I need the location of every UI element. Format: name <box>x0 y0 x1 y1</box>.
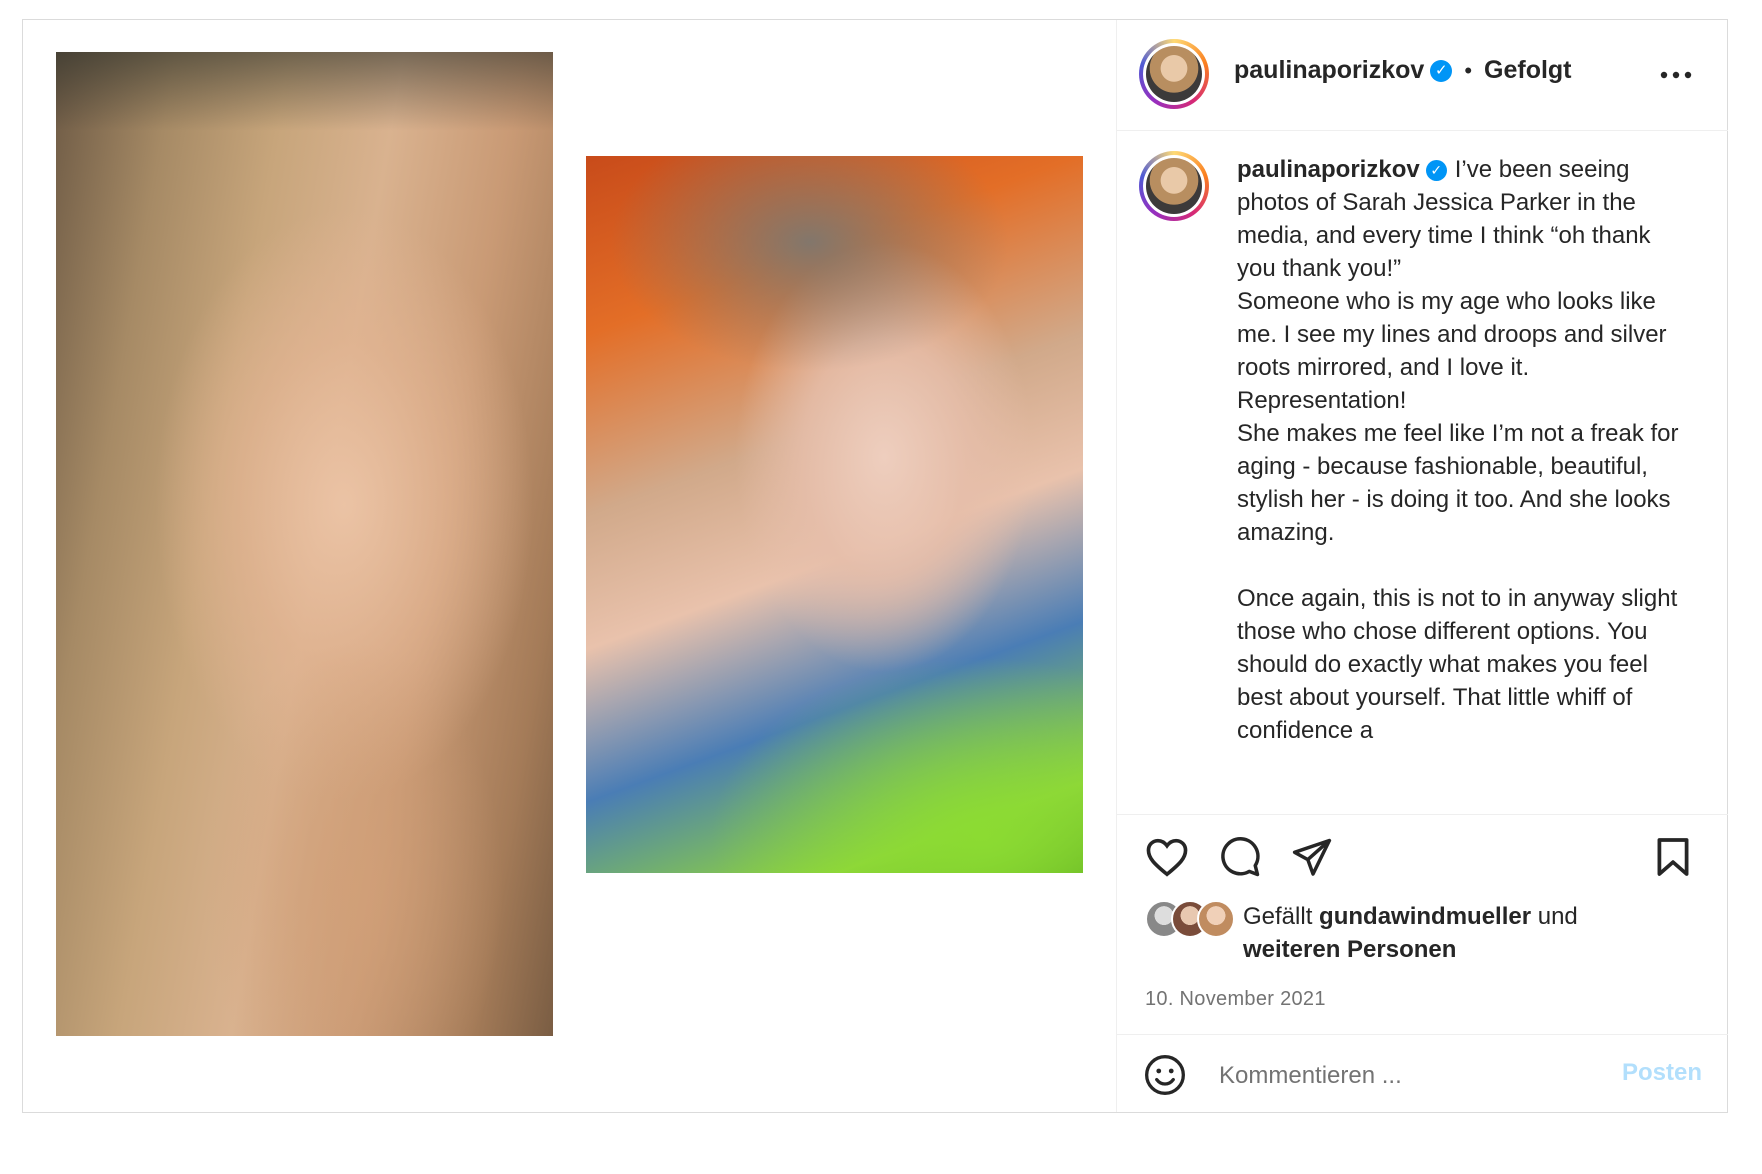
caption-text-block: paulinaporizkov ✓ I’ve been seeing photos … <box>1237 153 1687 747</box>
caption-area[interactable]: paulinaporizkov ✓ I’ve been seeing photos … <box>1117 131 1728 815</box>
liker-avatars[interactable] <box>1145 900 1235 938</box>
smiley-icon[interactable] <box>1141 1051 1189 1099</box>
likes-user-link[interactable]: gundawindmueller <box>1319 903 1531 930</box>
follow-status-button[interactable]: Gefolgt <box>1484 56 1572 85</box>
verified-badge-icon: ✓ <box>1430 59 1453 82</box>
header-username[interactable]: paulinaporizkov <box>1234 56 1424 85</box>
caption-avatar[interactable] <box>1139 151 1209 221</box>
comment-bar: Posten <box>1117 1034 1728 1115</box>
likes-prefix: Gefällt <box>1243 903 1313 930</box>
likes-connector: und <box>1537 903 1578 930</box>
likes-text: Gefällt gundawindmueller und weiteren Pe… <box>1243 900 1683 966</box>
comment-icon[interactable] <box>1216 833 1264 881</box>
send-icon[interactable] <box>1288 833 1336 881</box>
header-separator: • <box>1464 57 1473 83</box>
post-actions <box>1117 815 1728 895</box>
photo-paulina-selfie <box>56 52 553 1036</box>
post-sidebar: paulinaporizkov ✓ • Gefolgt paulinaporiz… <box>1116 20 1728 1112</box>
instagram-post: paulinaporizkov ✓ • Gefolgt paulinaporiz… <box>22 19 1728 1113</box>
caption-body: I’ve been seeing photos of Sarah Jessica… <box>1237 156 1679 744</box>
author-avatar[interactable] <box>1139 39 1209 109</box>
more-options-icon[interactable] <box>1652 51 1700 99</box>
post-comment-button[interactable]: Posten <box>1622 1059 1702 1087</box>
verified-badge-icon: ✓ <box>1425 160 1447 182</box>
post-header: paulinaporizkov ✓ • Gefolgt <box>1117 20 1728 131</box>
post-date[interactable]: 10. November 2021 <box>1145 988 1326 1011</box>
photo-sarah-jessica-parker <box>586 156 1083 873</box>
post-media[interactable] <box>23 20 1116 1112</box>
avatar <box>1197 900 1235 938</box>
caption-username[interactable]: paulinaporizkov <box>1237 156 1420 183</box>
heart-icon[interactable] <box>1143 833 1191 881</box>
bookmark-icon[interactable] <box>1649 833 1697 881</box>
likes-others-link[interactable]: weiteren Personen <box>1243 936 1456 963</box>
comment-input[interactable] <box>1217 1055 1601 1097</box>
